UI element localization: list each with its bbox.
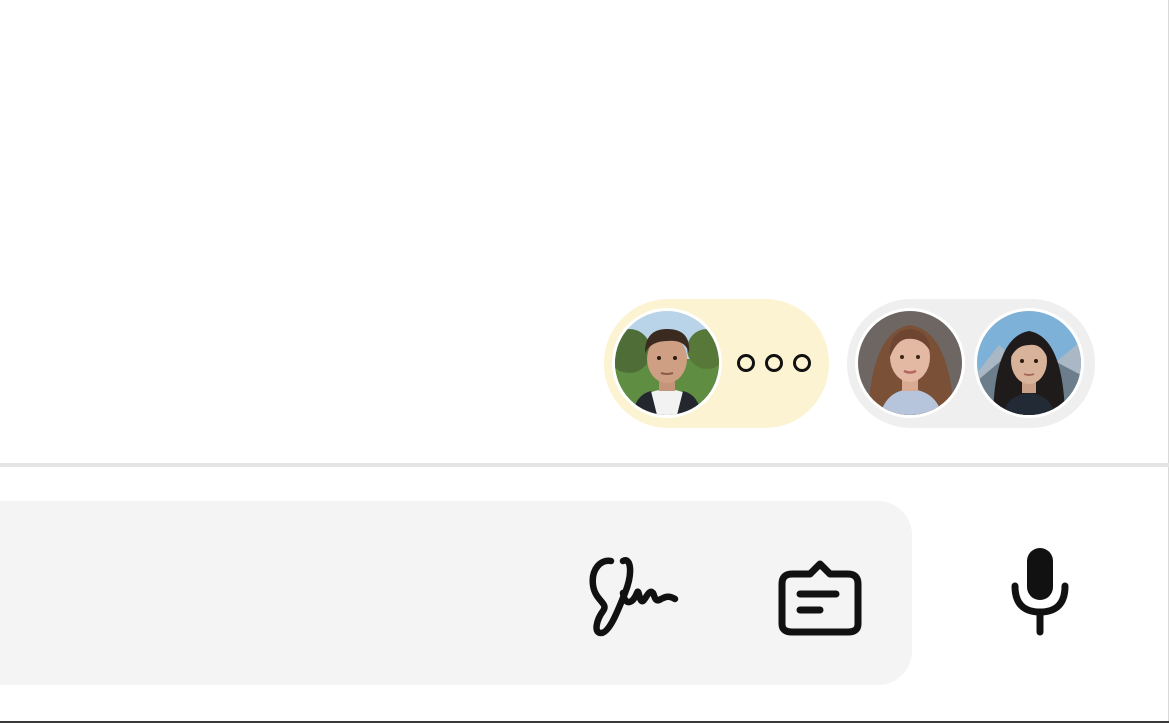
typing-dot — [737, 354, 755, 372]
group-participants-pill[interactable] — [847, 299, 1095, 428]
summary-button[interactable] — [765, 542, 875, 640]
person-avatar-icon — [615, 311, 719, 415]
microphone-icon — [1011, 548, 1069, 636]
person-avatar-icon — [977, 311, 1081, 415]
person-avatar-icon — [858, 311, 962, 415]
typing-dots-icon — [737, 354, 811, 372]
typing-participant-pill[interactable] — [604, 299, 829, 428]
participant-avatar[interactable] — [612, 308, 722, 418]
participant-avatar[interactable] — [974, 308, 1084, 418]
composer-divider — [0, 463, 1169, 467]
signature-icon — [589, 556, 679, 636]
typing-dot — [793, 354, 811, 372]
signature-button[interactable] — [580, 545, 690, 640]
chat-summary-icon — [778, 560, 862, 636]
microphone-button[interactable] — [990, 542, 1090, 640]
typing-dot — [765, 354, 783, 372]
participant-avatar[interactable] — [855, 308, 965, 418]
